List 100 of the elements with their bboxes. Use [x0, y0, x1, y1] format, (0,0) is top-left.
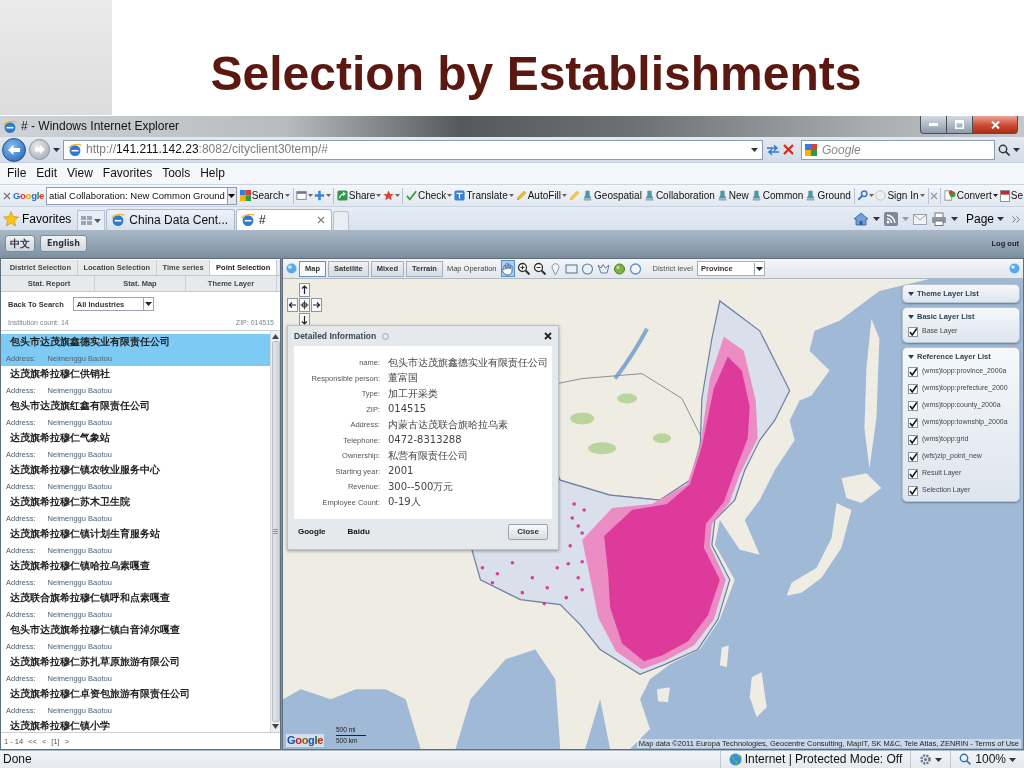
- zoom-out-icon: [533, 261, 547, 276]
- close-icon[interactable]: [544, 332, 552, 340]
- map-link[interactable]: Baidu: [347, 526, 370, 537]
- refresh-icon[interactable]: [766, 143, 780, 156]
- stop-icon[interactable]: [783, 144, 794, 155]
- field-value: 包头市达茂旗鑫德实业有限责任公司: [388, 356, 548, 369]
- checkbox[interactable]: [908, 366, 918, 377]
- island: [719, 645, 729, 668]
- toolbar-search-field[interactable]: atial Collaboration: New Common Ground: [45, 186, 237, 205]
- caret-icon[interactable]: [751, 147, 758, 152]
- arrow-left-icon[interactable]: [287, 298, 298, 312]
- plus-icon[interactable]: [314, 190, 326, 201]
- highlight-term-button[interactable]: Ground: [804, 189, 852, 202]
- circle-icon: [875, 190, 887, 201]
- checkbox[interactable]: [908, 451, 918, 462]
- data-point: [580, 587, 584, 592]
- restore-icon: [955, 120, 964, 129]
- caret-icon[interactable]: [53, 147, 60, 152]
- share-button[interactable]: Share: [335, 189, 383, 202]
- wrench-icon[interactable]: [857, 190, 869, 201]
- data-point: [542, 601, 547, 606]
- grassland-patch: [588, 442, 617, 455]
- back-button[interactable]: [2, 137, 26, 162]
- check-button[interactable]: Check: [405, 189, 454, 202]
- url-text: http://141.211.142.23:8082/cityclient30temp/#: [86, 142, 328, 157]
- favorites-button[interactable]: Favorites: [3, 208, 78, 230]
- check-icon: [406, 190, 417, 201]
- arrow-up-icon[interactable]: [272, 334, 279, 339]
- home-icon[interactable]: [852, 212, 869, 226]
- map-tool-button[interactable]: [532, 260, 547, 277]
- menu-item[interactable]: View: [62, 166, 98, 181]
- zoom-level[interactable]: 100%: [975, 752, 1006, 767]
- data-point: [580, 560, 584, 564]
- toolbar-button[interactable]: Se: [998, 189, 1024, 202]
- translate-button[interactable]: Translate: [453, 189, 515, 202]
- search-button[interactable]: Search: [238, 189, 291, 202]
- establishment-name: 达茂旗希拉穆仁卓资包旅游有限责任公司: [9, 687, 191, 701]
- arrow-right-icon[interactable]: [311, 298, 322, 312]
- checkbox[interactable]: [908, 326, 918, 337]
- print-icon[interactable]: [930, 212, 947, 226]
- close-button[interactable]: [973, 116, 1018, 134]
- caret-icon[interactable]: [950, 217, 958, 221]
- checkbox[interactable]: [908, 400, 918, 411]
- search-icon[interactable]: [998, 143, 1010, 156]
- map-tool-button[interactable]: [516, 260, 531, 277]
- address-field[interactable]: http://141.211.142.23:8082/cityclient30temp/#: [63, 139, 763, 160]
- restore-button[interactable]: [947, 116, 973, 134]
- checkbox[interactable]: [908, 434, 918, 445]
- dropdown-button[interactable]: [226, 187, 236, 204]
- caret-icon: [992, 194, 998, 197]
- highlight-term-button[interactable]: Collaboration: [642, 189, 716, 202]
- caret-icon[interactable]: [935, 757, 943, 762]
- data-point: [510, 561, 515, 565]
- field-value: 董富国: [388, 372, 418, 385]
- establishment-name: 达茂旗希拉穆仁镇哈拉乌素嘎查: [9, 559, 151, 573]
- menu-item[interactable]: Tools: [157, 166, 196, 181]
- language-button[interactable]: English: [40, 235, 87, 252]
- arrow-up-icon[interactable]: [299, 283, 310, 297]
- crosshair-icon[interactable]: [299, 298, 310, 312]
- establishment-name: 达茂联合旗希拉穆仁镇呼和点素嘎查: [9, 591, 171, 605]
- window-icon[interactable]: [296, 190, 308, 201]
- establishment-name[interactable]: 达茂旗希拉穆仁镇小学: [1, 718, 270, 732]
- language-button[interactable]: 中文: [5, 235, 35, 252]
- gear-icon[interactable]: [919, 753, 933, 766]
- sign-in-button[interactable]: Sign In: [874, 189, 926, 202]
- menu-item[interactable]: Edit: [31, 166, 63, 181]
- checkbox[interactable]: [908, 468, 918, 479]
- data-point: [576, 524, 580, 528]
- data-point: [580, 531, 584, 535]
- caret-icon[interactable]: [1009, 757, 1016, 762]
- autofill-button[interactable]: AutoFill: [514, 189, 569, 202]
- highlight-term-button[interactable]: New: [715, 189, 750, 202]
- close-button[interactable]: Close: [508, 523, 548, 540]
- zoom-icon[interactable]: [959, 753, 973, 766]
- menu-item[interactable]: Favorites: [97, 166, 158, 181]
- highlight-term-button[interactable]: Common: [749, 189, 805, 202]
- establishment-name: 包头市达茂旗红鑫有限责任公司: [9, 399, 151, 413]
- arrow-down-icon[interactable]: [272, 724, 279, 729]
- search-field[interactable]: Google: [801, 139, 995, 160]
- checkbox[interactable]: [908, 383, 918, 394]
- chevron-icon[interactable]: [1012, 215, 1020, 223]
- convert-button[interactable]: Convert: [942, 189, 999, 202]
- browser-tab[interactable]: #: [236, 209, 333, 230]
- page-menu-button[interactable]: Page: [961, 211, 1008, 227]
- caret-icon[interactable]: [872, 217, 880, 221]
- checkbox[interactable]: [908, 417, 918, 428]
- menu-item[interactable]: Help: [195, 166, 230, 181]
- quick-tabs-button[interactable]: [77, 210, 106, 230]
- translate-icon: [454, 190, 466, 201]
- caret-icon: [144, 302, 152, 306]
- highlight-term-button[interactable]: Geospatial: [581, 189, 643, 202]
- browser-tab[interactable]: China Data Cent...: [106, 209, 236, 230]
- star-icon[interactable]: [383, 190, 395, 201]
- caret-icon[interactable]: [1013, 147, 1020, 152]
- hand-icon: [501, 261, 515, 276]
- menu-item[interactable]: File: [2, 166, 32, 181]
- checkbox[interactable]: [908, 485, 918, 496]
- minimize-button[interactable]: [920, 116, 947, 134]
- map-link[interactable]: Google: [298, 526, 326, 537]
- arrow-right-icon: [34, 145, 45, 154]
